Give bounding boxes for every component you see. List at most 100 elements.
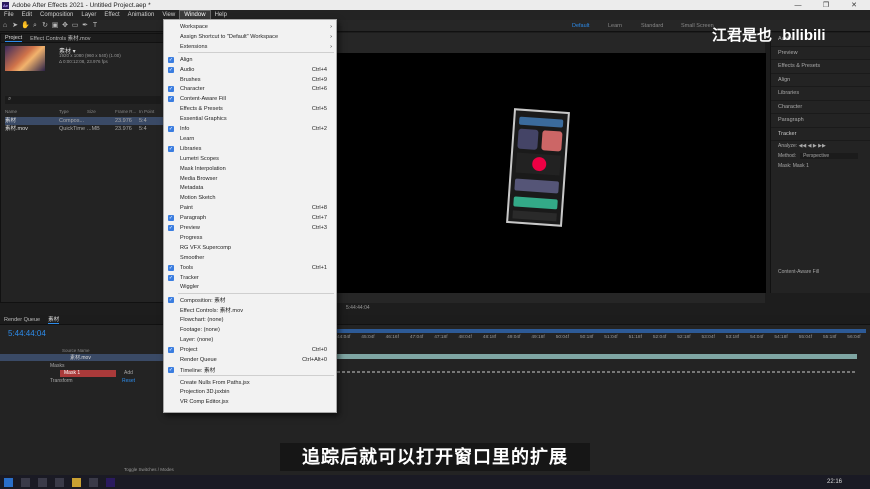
- window-menu-item[interactable]: Wiggler: [164, 282, 336, 292]
- zoom-tool-icon[interactable]: ⌕: [31, 22, 39, 30]
- window-menu-item[interactable]: Progress: [164, 233, 336, 243]
- window-menu-item[interactable]: Effect Controls: 素材.mov: [164, 305, 336, 315]
- tab-render-queue[interactable]: Render Queue: [4, 317, 40, 323]
- menu-effect[interactable]: Effect: [100, 10, 123, 20]
- after-effects-taskbar-icon[interactable]: [106, 477, 115, 487]
- window-menu-item[interactable]: ✓ Timeline: 素材: [164, 365, 336, 375]
- window-menu-item[interactable]: Layer: (none): [164, 335, 336, 345]
- window-menu-item[interactable]: Mask Interpolation: [164, 164, 336, 174]
- project-row[interactable]: 素材.mov QuickTime ...MB 23.976 5:4: [5, 125, 165, 133]
- timeline-timecode[interactable]: 5:44:44:04: [8, 329, 46, 338]
- workspace-default[interactable]: Default: [572, 20, 589, 32]
- menu-file[interactable]: File: [0, 10, 18, 20]
- window-menu-item[interactable]: Projection 3D.jsxbin: [164, 387, 336, 397]
- window-menu-item[interactable]: Effects & Presets Ctrl+5: [164, 104, 336, 114]
- column-source-name[interactable]: Source Name: [62, 348, 90, 353]
- column-frame-rate[interactable]: Frame R...: [115, 109, 139, 116]
- panel-effects-presets[interactable]: Effects & Presets: [771, 60, 870, 74]
- panel-align[interactable]: Align: [771, 74, 870, 87]
- window-menu-item[interactable]: Assign Shortcut to "Default" Workspace ›: [164, 32, 336, 42]
- project-row[interactable]: 素材 Compos... 23.976 5:4: [5, 117, 165, 125]
- file-explorer-icon[interactable]: [72, 477, 81, 487]
- window-menu-item[interactable]: Workspace ›: [164, 22, 336, 32]
- selection-tool-icon[interactable]: ➤: [11, 22, 19, 30]
- window-menu-item[interactable]: Flowchart: (none): [164, 315, 336, 325]
- hand-tool-icon[interactable]: ✋: [21, 22, 30, 30]
- masks-group[interactable]: Masks: [50, 363, 64, 369]
- window-menu-item[interactable]: ✓ Info Ctrl+2: [164, 124, 336, 134]
- window-menu-item[interactable]: Motion Sketch: [164, 193, 336, 203]
- panel-preview[interactable]: Preview: [771, 47, 870, 60]
- search-icon[interactable]: [21, 477, 30, 487]
- panel-character[interactable]: Character: [771, 101, 870, 114]
- window-menu-item[interactable]: VR Comp Editor.jsx: [164, 397, 336, 407]
- window-menu-item[interactable]: ✓ Composition: 素材: [164, 295, 336, 305]
- layer-track-bar[interactable]: [337, 354, 857, 359]
- workspace-learn[interactable]: Learn: [608, 20, 622, 32]
- analyze-buttons-icon[interactable]: ◀◀ ◀ ▶ ▶▶: [799, 143, 826, 149]
- panel-paragraph[interactable]: Paragraph: [771, 114, 870, 128]
- app-icon[interactable]: [89, 477, 98, 487]
- window-menu-item[interactable]: Extensions ›: [164, 42, 336, 52]
- window-menu-item[interactable]: Render Queue Ctrl+Alt+0: [164, 355, 336, 365]
- method-select[interactable]: Perspective: [800, 152, 859, 159]
- pan-tool-icon[interactable]: ✥: [61, 22, 69, 30]
- maximize-icon[interactable]: ❐: [812, 0, 840, 10]
- task-view-icon[interactable]: [38, 477, 47, 487]
- panel-content-aware-fill[interactable]: Content-Aware Fill: [778, 269, 819, 275]
- windows-start-icon[interactable]: [4, 477, 13, 487]
- project-search[interactable]: ⌕: [5, 96, 161, 104]
- window-menu-item[interactable]: Footage: (none): [164, 325, 336, 335]
- mask-1-row[interactable]: Mask 1: [60, 370, 116, 377]
- tab-project[interactable]: Project: [5, 35, 23, 42]
- window-menu-item[interactable]: Learn: [164, 134, 336, 144]
- window-menu-item[interactable]: ✓ Tools Ctrl+1: [164, 263, 336, 273]
- window-menu-item[interactable]: Essential Graphics: [164, 114, 336, 124]
- layer-row[interactable]: 素材.mov: [0, 354, 170, 361]
- type-tool-icon[interactable]: T: [91, 22, 99, 30]
- column-size[interactable]: Size: [87, 109, 115, 116]
- mask-value[interactable]: Mask 1: [793, 163, 809, 169]
- menu-edit[interactable]: Edit: [18, 10, 36, 20]
- minimize-icon[interactable]: —: [784, 0, 812, 10]
- window-menu-item[interactable]: Lumetri Scopes: [164, 154, 336, 164]
- window-menu-item[interactable]: ✓ Align: [164, 55, 336, 65]
- camera-tool-icon[interactable]: ▣: [51, 22, 59, 30]
- tracker-panel-title[interactable]: Tracker: [771, 128, 870, 141]
- edge-icon[interactable]: [55, 477, 64, 487]
- window-menu-item[interactable]: ✓ Audio Ctrl+4: [164, 65, 336, 75]
- window-menu-item[interactable]: Paint Ctrl+8: [164, 203, 336, 213]
- window-menu-item[interactable]: ✓ Tracker: [164, 273, 336, 283]
- workspace-standard[interactable]: Standard: [641, 20, 663, 32]
- window-menu-item[interactable]: ✓ Character Ctrl+6: [164, 84, 336, 94]
- toggle-switches-modes[interactable]: Toggle Switches / Modes: [124, 467, 174, 472]
- mask-mode-select[interactable]: Add: [124, 370, 133, 376]
- rectangle-tool-icon[interactable]: ▭: [71, 22, 79, 30]
- window-menu-item[interactable]: ✓ Content-Aware Fill: [164, 94, 336, 104]
- panel-libraries[interactable]: Libraries: [771, 87, 870, 101]
- window-menu-item[interactable]: Metadata: [164, 183, 336, 193]
- window-menu-item[interactable]: RG VFX Supercomp: [164, 243, 336, 253]
- transform-reset[interactable]: Reset: [122, 378, 135, 384]
- window-menu-item[interactable]: ✓ Project Ctrl+0: [164, 345, 336, 355]
- transform-group[interactable]: Transform: [50, 378, 73, 384]
- window-menu-item[interactable]: Brushes Ctrl+9: [164, 75, 336, 85]
- menu-composition[interactable]: Composition: [36, 10, 77, 20]
- menu-layer[interactable]: Layer: [77, 10, 100, 20]
- column-type[interactable]: Type: [59, 109, 87, 116]
- workspace-small-screen[interactable]: Small Screen: [681, 20, 714, 32]
- window-menu-item[interactable]: Media Browser: [164, 174, 336, 184]
- window-menu-item[interactable]: ✓ Preview Ctrl+3: [164, 223, 336, 233]
- tab-effect-controls[interactable]: Effect Controls 素材.mov: [30, 34, 90, 42]
- window-menu-item[interactable]: ✓ Libraries: [164, 144, 336, 154]
- tab-timeline-comp[interactable]: 素材: [48, 315, 60, 324]
- window-menu-item[interactable]: Create Nulls From Paths.jsx: [164, 378, 336, 388]
- pen-tool-icon[interactable]: ✒: [81, 22, 89, 30]
- menu-animation[interactable]: Animation: [124, 10, 159, 20]
- close-icon[interactable]: ✕: [840, 0, 868, 10]
- column-in-point[interactable]: In Point: [139, 109, 154, 116]
- rotate-tool-icon[interactable]: ↻: [41, 22, 49, 30]
- column-name[interactable]: Name: [5, 109, 59, 116]
- window-menu-item[interactable]: ✓ Paragraph Ctrl+7: [164, 213, 336, 223]
- work-area-bar[interactable]: [246, 329, 866, 333]
